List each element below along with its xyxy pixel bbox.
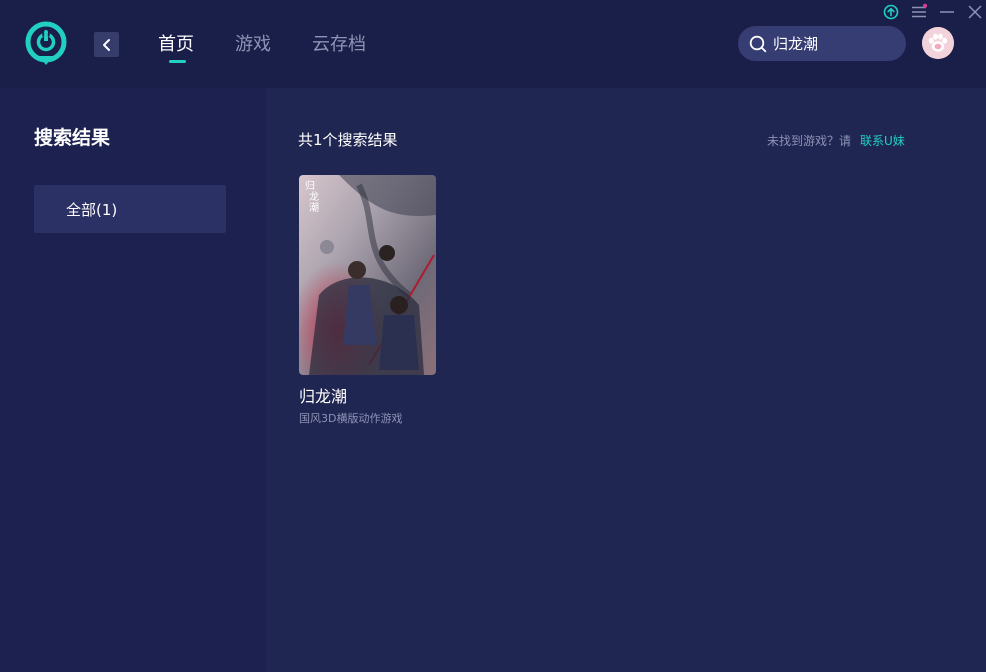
upload-icon[interactable] bbox=[882, 3, 900, 21]
minimize-icon[interactable] bbox=[938, 3, 956, 21]
tab-home[interactable]: 首页 bbox=[158, 33, 194, 63]
sidebar: 搜索结果 全部(1) bbox=[0, 88, 266, 672]
game-description: 国风3D横版动作游戏 bbox=[299, 412, 403, 425]
avatar[interactable] bbox=[922, 27, 954, 59]
search-box[interactable] bbox=[738, 26, 906, 61]
paw-icon bbox=[922, 27, 954, 59]
tab-cloud-save[interactable]: 云存档 bbox=[312, 33, 366, 57]
back-button[interactable] bbox=[94, 32, 119, 57]
logo-icon[interactable] bbox=[25, 21, 67, 67]
menu-icon[interactable] bbox=[910, 3, 928, 21]
game-title[interactable]: 归龙潮 bbox=[299, 383, 436, 407]
filter-all[interactable]: 全部(1) bbox=[34, 185, 226, 233]
sidebar-title: 搜索结果 bbox=[34, 127, 111, 149]
close-icon[interactable] bbox=[966, 3, 984, 21]
game-card[interactable]: 归 龙 潮 归龙潮 国风3D横版动作游戏 bbox=[299, 175, 436, 426]
result-count: 共1个搜索结果 bbox=[298, 131, 398, 149]
search-icon[interactable] bbox=[749, 35, 767, 53]
cover-char-1: 归 bbox=[305, 179, 315, 192]
game-cover-image[interactable]: 归 龙 潮 bbox=[299, 175, 436, 375]
search-input[interactable] bbox=[773, 34, 893, 53]
contact-link[interactable]: 联系U妹 bbox=[860, 134, 905, 148]
top-bar: 首页 游戏 云存档 bbox=[0, 0, 986, 88]
not-found-notice: 未找到游戏？请 联系U妹 bbox=[767, 132, 905, 149]
main-nav: 首页 游戏 云存档 bbox=[158, 33, 407, 63]
cover-char-3: 潮 bbox=[309, 201, 319, 214]
results-panel: 共1个搜索结果 未找到游戏？请 联系U妹 归 龙 潮 归龙潮 国风3D横版动作游… bbox=[266, 88, 986, 672]
cover-char-2: 龙 bbox=[309, 190, 319, 203]
notification-dot bbox=[923, 3, 927, 8]
tab-games[interactable]: 游戏 bbox=[235, 33, 271, 57]
chevron-left-icon bbox=[102, 38, 110, 51]
not-found-text: 未找到游戏？请 bbox=[767, 134, 852, 148]
